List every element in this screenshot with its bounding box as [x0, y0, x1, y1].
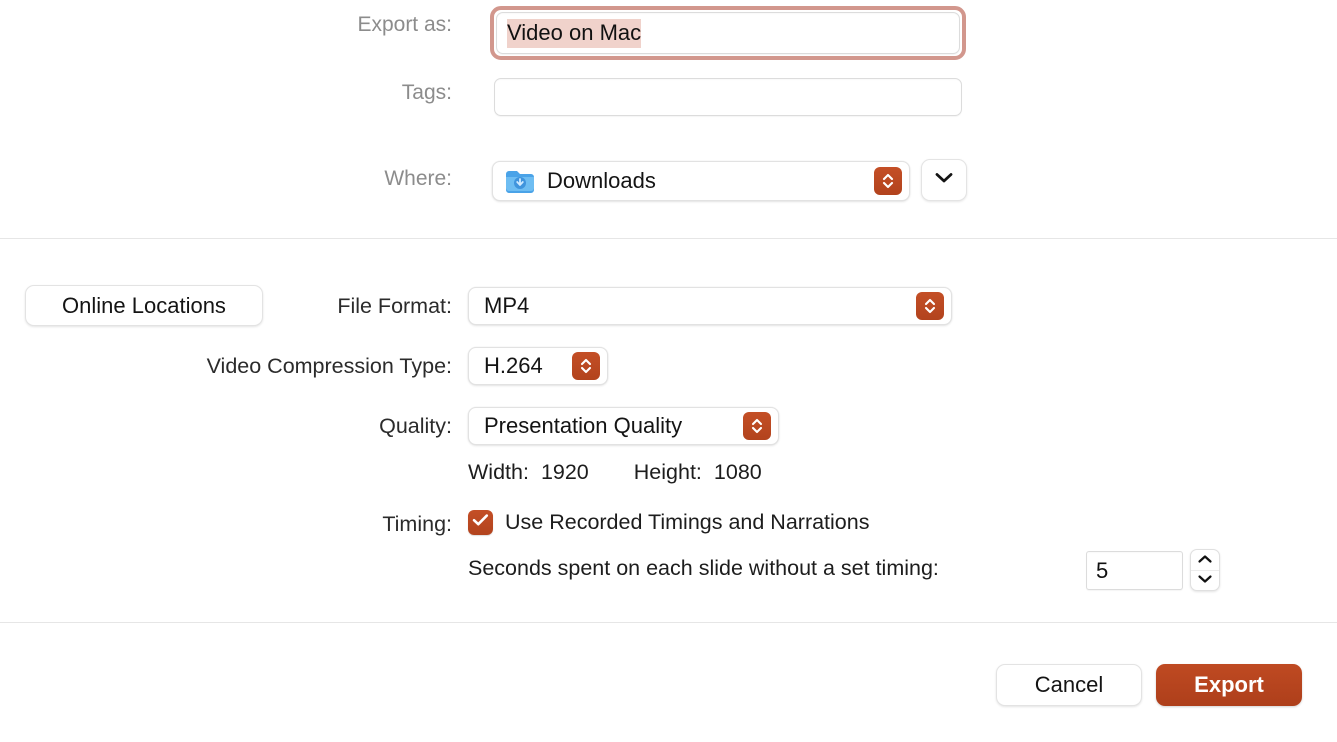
cancel-button[interactable]: Cancel — [996, 664, 1142, 706]
where-popup-button[interactable]: Downloads — [492, 161, 910, 201]
video-compression-label: Video Compression Type: — [206, 354, 452, 378]
quality-label: Quality: — [379, 414, 452, 438]
dimensions-row: Width: 1920 Height: 1080 — [468, 460, 762, 485]
use-recorded-timings-checkbox[interactable] — [468, 510, 493, 535]
updown-chevron-icon — [572, 352, 600, 380]
updown-chevron-icon — [916, 292, 944, 320]
quality-value: Presentation Quality — [484, 413, 683, 438]
section-divider-bottom — [0, 622, 1337, 623]
tags-label: Tags: — [401, 81, 452, 104]
file-format-value: MP4 — [484, 293, 530, 318]
chevron-down-icon — [1197, 571, 1213, 589]
file-format-label: File Format: — [337, 294, 452, 318]
updown-chevron-icon — [743, 412, 771, 440]
video-compression-value: H.264 — [484, 353, 543, 378]
seconds-per-slide-value: 5 — [1096, 557, 1109, 583]
seconds-per-slide-stepper[interactable] — [1190, 549, 1220, 591]
height-label: Height: — [633, 460, 702, 484]
tags-input[interactable] — [494, 78, 962, 116]
seconds-per-slide-row: Seconds spent on each slide without a se… — [468, 556, 939, 581]
seconds-per-slide-input[interactable]: 5 — [1086, 551, 1183, 590]
where-disclosure-button[interactable] — [921, 159, 967, 201]
use-recorded-timings-label: Use Recorded Timings and Narrations — [505, 510, 870, 534]
stepper-increment-button[interactable] — [1191, 550, 1219, 571]
chevron-down-icon — [934, 171, 954, 189]
where-value: Downloads — [547, 168, 656, 193]
width-label: Width: — [468, 460, 529, 484]
export-dialog: Export as: Video on Mac Tags: Where: Dow… — [0, 0, 1337, 742]
cancel-label: Cancel — [1034, 672, 1104, 697]
width-value: 1920 — [540, 460, 589, 484]
export-button[interactable]: Export — [1156, 664, 1302, 706]
downloads-folder-icon — [505, 169, 535, 194]
height-value: 1080 — [713, 460, 762, 484]
use-recorded-timings-checkbox-row[interactable]: Use Recorded Timings and Narrations — [468, 510, 869, 535]
export-as-label: Export as: — [357, 13, 452, 36]
file-format-popup-button[interactable]: MP4 — [468, 287, 952, 325]
video-compression-popup-button[interactable]: H.264 — [468, 347, 608, 385]
export-as-input[interactable]: Video on Mac — [496, 12, 960, 54]
updown-chevron-icon — [874, 167, 902, 195]
quality-popup-button[interactable]: Presentation Quality — [468, 407, 779, 445]
export-as-value: Video on Mac — [507, 18, 642, 48]
chevron-up-icon — [1197, 551, 1213, 569]
checkmark-icon — [472, 513, 489, 532]
timing-label: Timing: — [382, 512, 452, 536]
section-divider-top — [0, 238, 1337, 239]
where-label: Where: — [384, 167, 452, 190]
stepper-decrement-button[interactable] — [1191, 571, 1219, 591]
export-label: Export — [1194, 672, 1264, 697]
seconds-per-slide-label: Seconds spent on each slide without a se… — [468, 556, 939, 580]
